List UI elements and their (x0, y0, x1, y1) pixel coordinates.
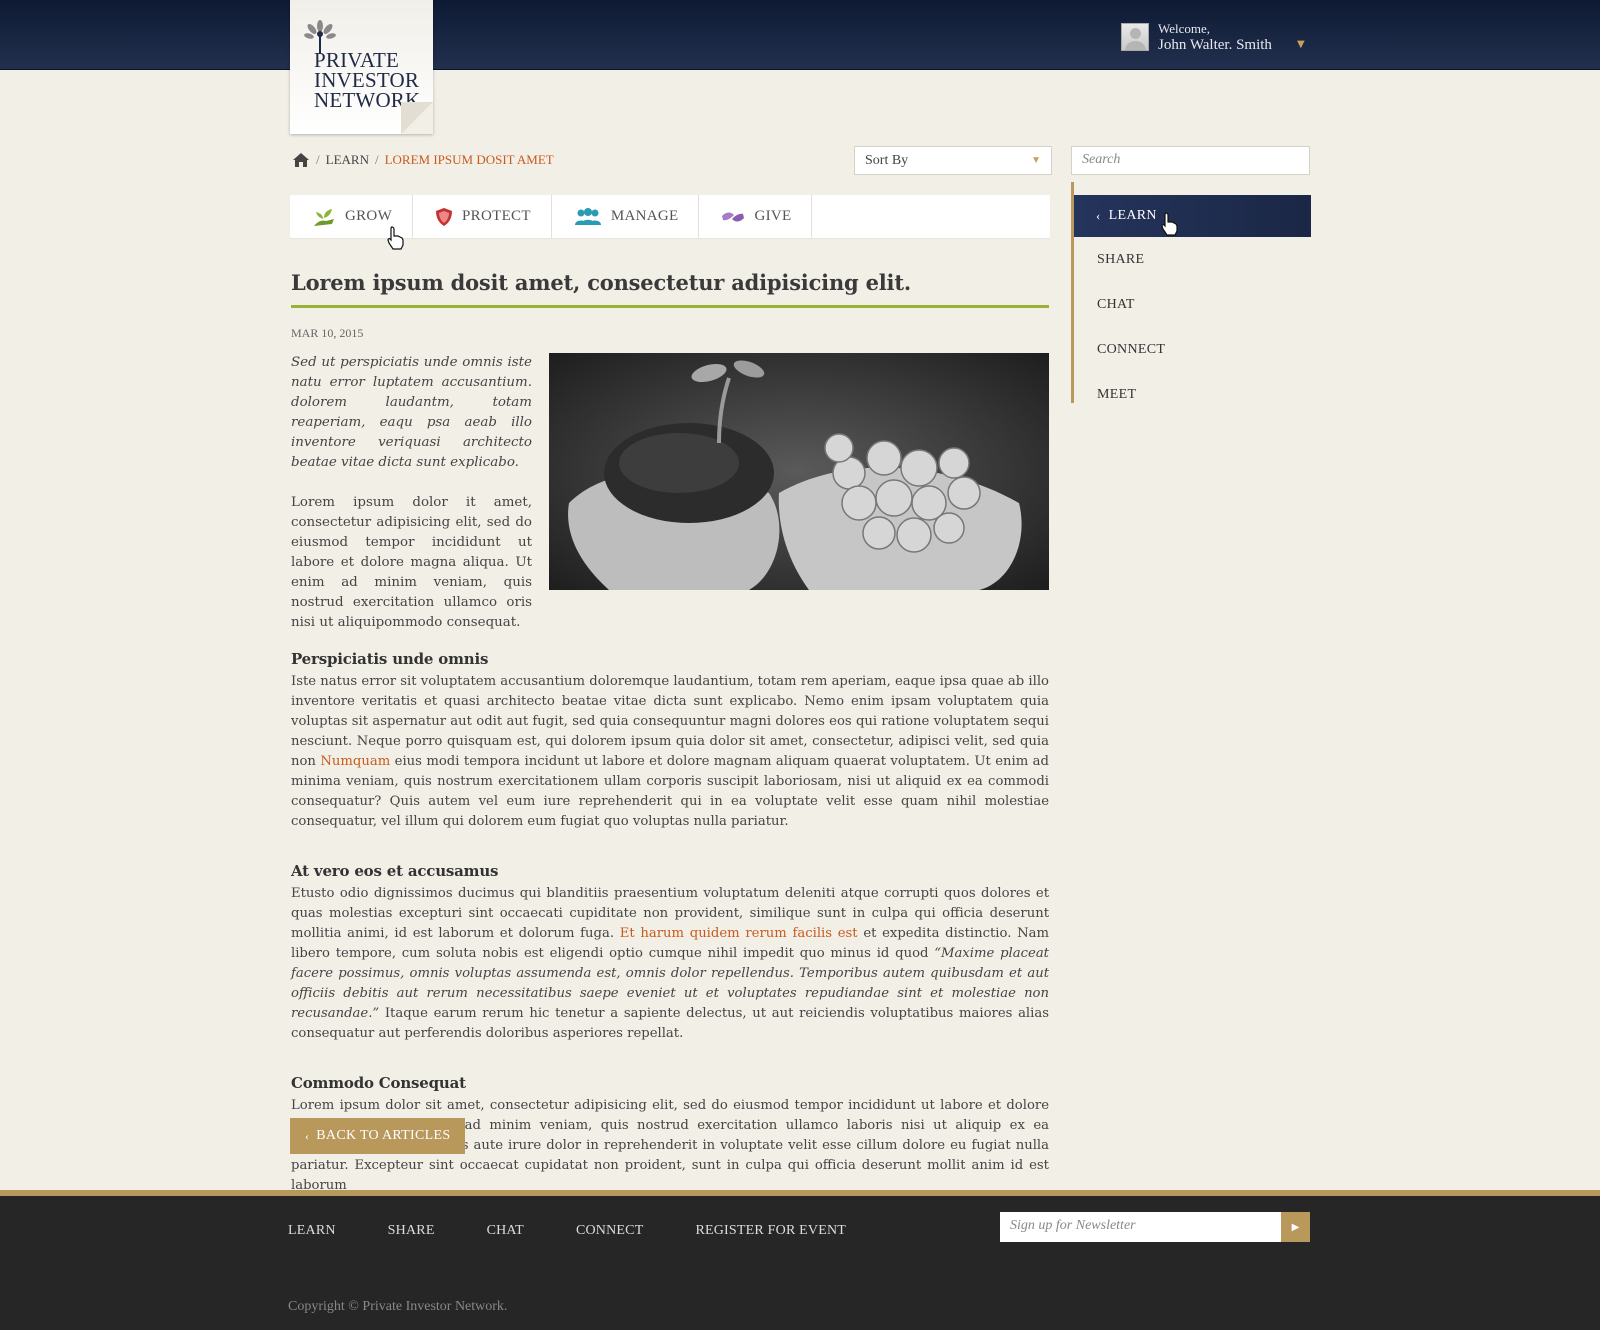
section-paragraph: Etusto odio dignissimos ducimus qui blan… (291, 886, 1049, 1041)
sidebar-item-meet[interactable]: MEET (1074, 372, 1311, 417)
section-heading: Perspiciatis unde omnis (291, 650, 489, 668)
chevron-left-icon: ‹ (1096, 208, 1101, 223)
footer-link-learn[interactable]: LEARN (288, 1223, 336, 1239)
footer-link-register[interactable]: REGISTER FOR EVENT (695, 1223, 846, 1239)
breadcrumb-learn[interactable]: LEARN (326, 152, 369, 168)
people-icon (574, 207, 601, 225)
sidebar-nav: ‹ LEARN SHARE CHAT CONNECT MEET (1071, 182, 1311, 403)
lead-body-text: Lorem ipsum dolor it amet, consectetur a… (291, 495, 532, 630)
tab-give[interactable]: GIVE (699, 195, 813, 238)
top-bar (0, 0, 1600, 70)
shield-icon (436, 207, 453, 226)
article-date: MAR 10, 2015 (291, 326, 364, 340)
sidebar-item-label: MEET (1097, 386, 1137, 402)
sort-by-select[interactable]: Sort By ▼ (854, 146, 1052, 175)
tab-manage[interactable]: MANAGE (552, 195, 700, 238)
tab-label: GIVE (754, 208, 792, 224)
footer-link-share[interactable]: SHARE (388, 1223, 435, 1239)
page-fold (401, 102, 433, 134)
caret-down-icon: ▼ (1031, 155, 1041, 166)
newsletter-submit-button[interactable]: ▶ (1281, 1212, 1310, 1242)
footer-link-chat[interactable]: CHAT (487, 1223, 524, 1239)
sidebar-item-label: LEARN (1108, 208, 1157, 223)
newsletter-placeholder: Sign up for Newsletter (1010, 1218, 1136, 1233)
tab-label: PROTECT (462, 208, 531, 224)
tab-protect[interactable]: PROTECT (413, 195, 552, 238)
user-greeting: Welcome, John Walter. Smith (1158, 21, 1272, 53)
caret-down-icon[interactable]: ▼ (1297, 39, 1305, 50)
hand-cursor-icon (387, 226, 404, 250)
sidebar-item-chat[interactable]: CHAT (1074, 282, 1311, 327)
section-heading: At vero eos et accusamus (291, 862, 499, 880)
sidebar-item-label: CHAT (1097, 296, 1135, 312)
sort-by-label: Sort By (865, 153, 909, 168)
lead-column: Sed ut perspiciatis unde omnis iste natu… (291, 353, 532, 633)
footer: LEARN SHARE CHAT CONNECT REGISTER FOR EV… (0, 1190, 1600, 1330)
home-icon[interactable] (292, 152, 310, 168)
footer-nav: LEARN SHARE CHAT CONNECT REGISTER FOR EV… (288, 1223, 898, 1239)
play-arrow-icon: ▶ (1291, 1221, 1300, 1233)
inline-link[interactable]: Et harum quidem rerum facilis est (620, 926, 858, 941)
hands-soil-coins-image (549, 353, 1049, 590)
newsletter-input[interactable]: Sign up for Newsletter (1000, 1212, 1281, 1242)
handshake-icon (722, 212, 745, 221)
user-name: John Walter. Smith (1158, 37, 1272, 53)
breadcrumb-separator: / (316, 152, 320, 167)
logo[interactable]: PRIVATE INVESTOR NETWORK (290, 0, 433, 134)
hand-cursor-icon (1161, 212, 1178, 236)
back-button-label: BACK TO ARTICLES (316, 1128, 451, 1143)
search-input[interactable]: Search (1071, 146, 1310, 175)
breadcrumb-current: LOREM IPSUM DOSIT AMET (384, 152, 554, 167)
breadcrumb: / LEARN / LOREM IPSUM DOSIT AMET (292, 152, 554, 168)
article-lead: Sed ut perspiciatis unde omnis iste natu… (291, 353, 1049, 633)
back-to-articles-button[interactable]: ‹ BACK TO ARTICLES (290, 1118, 465, 1154)
tab-label: MANAGE (610, 208, 679, 224)
section-paragraph: Iste natus error sit voluptatem accusant… (291, 674, 1049, 829)
sidebar-item-label: CONNECT (1097, 341, 1166, 357)
plant-icon (314, 208, 334, 226)
copyright: Copyright © Private Investor Network. (288, 1299, 508, 1314)
article: Lorem ipsum dosit amet, consectetur adip… (291, 270, 1049, 1196)
sidebar-item-learn[interactable]: ‹ LEARN (1074, 195, 1311, 237)
tab-label: GROW (345, 208, 393, 224)
breadcrumb-separator: / (374, 152, 379, 167)
avatar (1121, 23, 1149, 51)
footer-link-connect[interactable]: CONNECT (576, 1223, 644, 1239)
article-image (549, 353, 1049, 590)
sidebar-item-connect[interactable]: CONNECT (1074, 327, 1311, 372)
sidebar-item-share[interactable]: SHARE (1074, 237, 1311, 282)
chevron-left-icon: ‹ (305, 1128, 310, 1143)
user-menu[interactable]: Welcome, John Walter. Smith ▼ (1121, 21, 1305, 53)
article-title: Lorem ipsum dosit amet, consectetur adip… (291, 270, 1049, 308)
lead-italic-text: Sed ut perspiciatis unde omnis iste natu… (291, 355, 532, 470)
search-placeholder: Search (1082, 152, 1121, 167)
logo-text: PRIVATE INVESTOR NETWORK (314, 48, 421, 112)
section-heading: Commodo Consequat (291, 1074, 466, 1092)
inline-link[interactable]: Numquam (320, 754, 390, 769)
sidebar-item-label: SHARE (1097, 251, 1145, 267)
